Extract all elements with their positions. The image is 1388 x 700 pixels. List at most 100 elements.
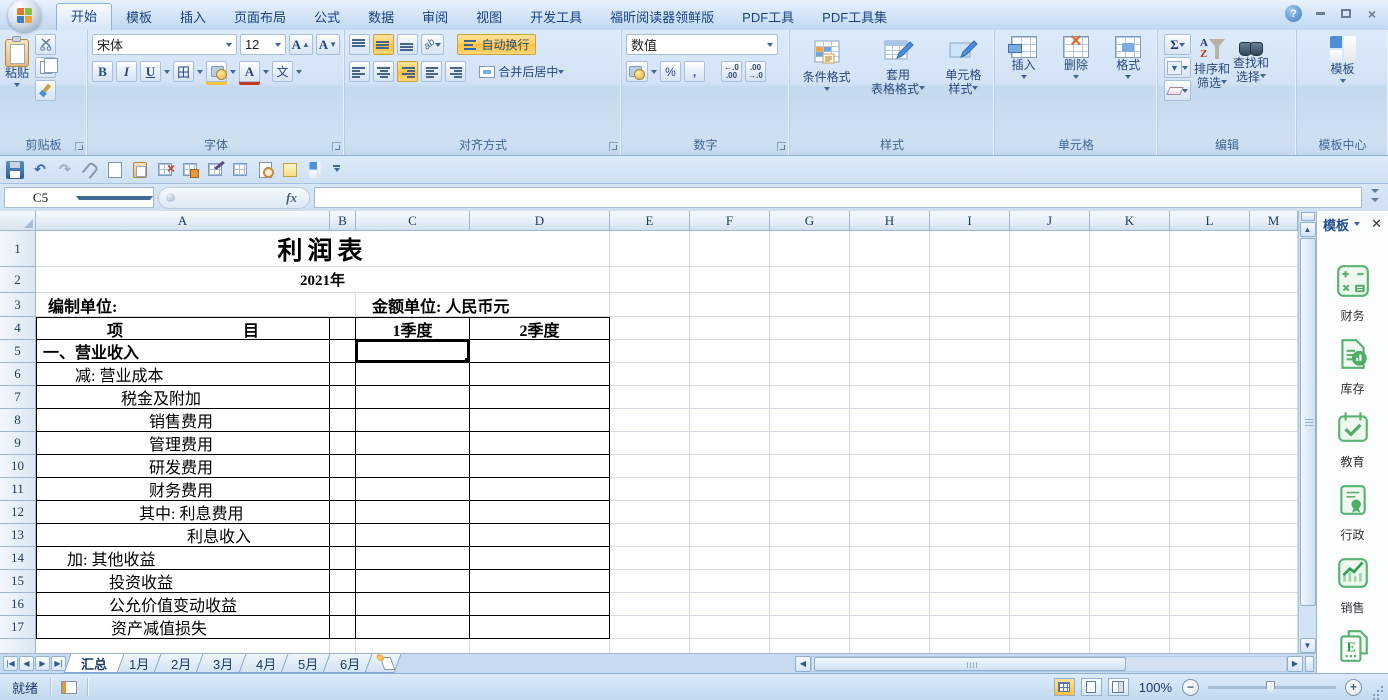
cell-F3[interactable] [690, 293, 770, 317]
paperclip-icon[interactable] [81, 161, 99, 179]
cell-D6[interactable] [470, 363, 610, 386]
cell-J6[interactable] [1010, 363, 1090, 386]
cell-K9[interactable] [1090, 432, 1170, 455]
sidebar-close-icon[interactable]: ✕ [1371, 216, 1382, 232]
row-header-1[interactable]: 1 [0, 231, 36, 267]
fill-color-button[interactable] [206, 61, 227, 82]
cell-H14[interactable] [850, 547, 930, 570]
cell-F18[interactable] [690, 639, 770, 653]
cell-L1[interactable] [1170, 231, 1250, 267]
phonetic-dropdown-arrow[interactable] [296, 70, 302, 77]
fill-button[interactable]: ▼ [1164, 57, 1191, 78]
cell-M8[interactable] [1250, 409, 1298, 432]
cell-A10[interactable]: 研发费用 [36, 455, 330, 478]
row-header-partial[interactable] [0, 639, 36, 653]
cell-D16[interactable] [470, 593, 610, 616]
sidebar-item-教育[interactable]: 教育 [1317, 409, 1388, 482]
cell-L14[interactable] [1170, 547, 1250, 570]
row-header-12[interactable]: 12 [0, 501, 36, 524]
cell-E2[interactable] [610, 267, 690, 293]
cell-M17[interactable] [1250, 616, 1298, 639]
cell-D17[interactable] [470, 616, 610, 639]
zoom-slider[interactable] [1208, 686, 1336, 689]
cell-L12[interactable] [1170, 501, 1250, 524]
column-header-B[interactable]: B [330, 211, 356, 231]
cell-G11[interactable] [770, 478, 850, 501]
cell-K4[interactable] [1090, 317, 1170, 340]
yellow-notes-icon[interactable] [281, 161, 299, 179]
cell-B18[interactable] [330, 639, 356, 653]
cell-F15[interactable] [690, 570, 770, 593]
cell-M14[interactable] [1250, 547, 1298, 570]
cell-D12[interactable] [470, 501, 610, 524]
cell-A7[interactable]: 税金及附加 [36, 386, 330, 409]
cell-A16[interactable]: 公允价值变动收益 [36, 593, 330, 616]
merge-center-button[interactable]: 合并后居中 [473, 61, 570, 82]
cell-H10[interactable] [850, 455, 930, 478]
scroll-right-button[interactable]: ▶ [1287, 656, 1303, 672]
cell-J17[interactable] [1010, 616, 1090, 639]
increase-indent-button[interactable] [445, 61, 466, 82]
cell-F10[interactable] [690, 455, 770, 478]
row-header-16[interactable]: 16 [0, 593, 36, 616]
increase-decimal-button[interactable]: ←.0.00 [721, 61, 742, 82]
copy-button[interactable] [35, 57, 56, 78]
layout-blocks-icon[interactable] [306, 161, 324, 179]
cell-A8[interactable]: 销售费用 [36, 409, 330, 432]
cell-G8[interactable] [770, 409, 850, 432]
cell-H2[interactable] [850, 267, 930, 293]
cell-H1[interactable] [850, 231, 930, 267]
column-header-J[interactable]: J [1010, 211, 1090, 231]
cell-B15[interactable] [330, 570, 356, 593]
cell-E16[interactable] [610, 593, 690, 616]
ribbon-tab-福昕阅读器领鲜版[interactable]: 福昕阅读器领鲜版 [596, 6, 728, 30]
formula-input[interactable] [314, 187, 1362, 208]
cell-C9[interactable] [356, 432, 470, 455]
italic-button[interactable]: I [116, 61, 137, 82]
cell-K5[interactable] [1090, 340, 1170, 363]
insert-cells-button[interactable]: 插入 [1011, 34, 1037, 82]
ribbon-tab-模板[interactable]: 模板 [112, 6, 166, 30]
horizontal-scrollbar[interactable]: ◀ ▶ [795, 654, 1316, 674]
redo-arrow-icon[interactable]: ↷ [56, 161, 74, 179]
row-header-4[interactable]: 4 [0, 317, 36, 340]
underline-dropdown-arrow[interactable] [164, 70, 170, 77]
number-dialog-launcher[interactable] [777, 142, 786, 151]
minimize-button[interactable] [1312, 7, 1328, 21]
cell-I7[interactable] [930, 386, 1010, 409]
cell-styles-button[interactable]: 单元格 样式 [945, 34, 981, 96]
ribbon-tab-开发工具[interactable]: 开发工具 [516, 6, 596, 30]
cell-E1[interactable] [610, 231, 690, 267]
fx-button[interactable]: fx [286, 190, 297, 206]
shrink-font-button[interactable]: A▼ [316, 34, 340, 55]
scroll-down-button[interactable]: ▼ [1300, 638, 1316, 653]
cell-E3[interactable] [610, 293, 690, 317]
cell-I13[interactable] [930, 524, 1010, 547]
cell-L16[interactable] [1170, 593, 1250, 616]
undo-arrow-icon[interactable]: ↶ [31, 161, 49, 179]
cell-J16[interactable] [1010, 593, 1090, 616]
align-left-button[interactable] [349, 61, 370, 82]
cell-D8[interactable] [470, 409, 610, 432]
format-painter-button[interactable] [35, 80, 56, 101]
font-dialog-launcher[interactable] [332, 142, 341, 151]
cell-J18[interactable] [1010, 639, 1090, 653]
column-header-D[interactable]: D [470, 211, 610, 231]
cell-H11[interactable] [850, 478, 930, 501]
cell-D11[interactable] [470, 478, 610, 501]
cell-E14[interactable] [610, 547, 690, 570]
cell-E7[interactable] [610, 386, 690, 409]
cell-C11[interactable] [356, 478, 470, 501]
cell-F11[interactable] [690, 478, 770, 501]
active-cell-C5[interactable] [356, 340, 470, 363]
cell-M9[interactable] [1250, 432, 1298, 455]
cell-C4[interactable]: 1季度 [356, 317, 470, 340]
page-break-view-button[interactable] [1108, 678, 1129, 696]
cell-F5[interactable] [690, 340, 770, 363]
cell-M7[interactable] [1250, 386, 1298, 409]
cell-J8[interactable] [1010, 409, 1090, 432]
cell-H15[interactable] [850, 570, 930, 593]
ribbon-tab-审阅[interactable]: 审阅 [408, 6, 462, 30]
cell-I16[interactable] [930, 593, 1010, 616]
cell-G14[interactable] [770, 547, 850, 570]
